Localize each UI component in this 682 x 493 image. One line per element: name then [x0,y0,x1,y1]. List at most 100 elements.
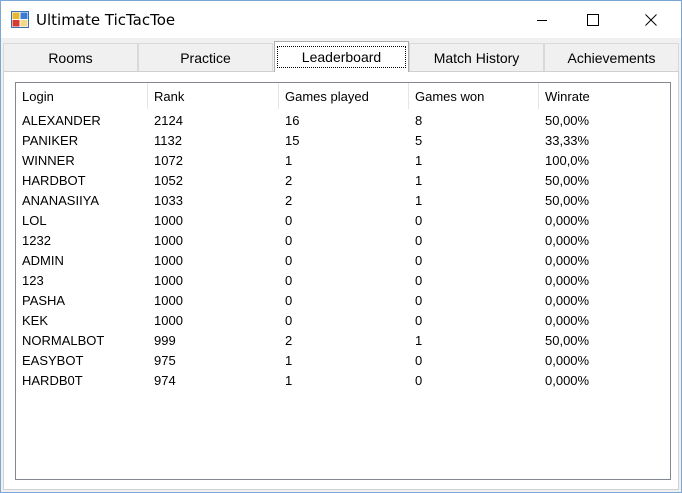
cell-games-won: 0 [415,372,423,388]
cell-games-played: 0 [285,252,293,268]
cell-winrate: 0,000% [545,272,590,288]
cell-winrate: 0,000% [545,232,590,248]
cell-winrate: 0,000% [545,352,590,368]
cell-games-won: 0 [415,252,423,268]
cell-games-played: 2 [285,192,293,208]
cell-rank: 1000 [154,312,183,328]
table-row[interactable]: KEK 1000 0 0 0,000% [16,310,670,330]
tab-practice[interactable]: Practice [138,43,273,71]
maximize-icon [587,13,599,26]
table-row[interactable]: ALEXANDER 2124 16 8 50,00% [16,110,670,130]
cell-winrate: 100,0% [545,152,590,168]
table-row[interactable]: LOL 1000 0 0 0,000% [16,210,670,230]
tab-label: Match History [433,49,520,66]
table-row[interactable]: ANANASIIYA 1033 2 1 50,00% [16,190,670,210]
cell-login: ANANASIIYA [22,192,100,208]
cell-games-played: 2 [285,332,293,348]
table-row[interactable]: PANIKER 1132 15 5 33,33% [16,130,670,150]
table-row[interactable]: WINNER 1072 1 1 100,0% [16,150,670,170]
cell-rank: 1000 [154,272,183,288]
cell-login: ADMIN [22,252,64,268]
close-button[interactable] [628,1,674,38]
cell-games-won: 1 [415,192,423,208]
cell-login: EASYBOT [22,352,84,368]
cell-games-played: 1 [285,152,293,168]
cell-games-won: 0 [415,292,423,308]
cell-rank: 1052 [154,172,183,188]
table-row[interactable]: PASHA 1000 0 0 0,000% [16,290,670,310]
tictactoe-app-icon [11,11,29,28]
cell-rank: 1000 [154,252,183,268]
table-row[interactable]: EASYBOT 975 1 0 0,000% [16,350,670,370]
cell-login: KEK [22,312,49,328]
table-row[interactable]: HARDBOT 1052 2 1 50,00% [16,170,670,190]
maximize-button[interactable] [570,1,616,38]
column-header-games-played[interactable]: Games played [279,83,409,109]
cell-winrate: 0,000% [545,212,590,228]
cell-rank: 1072 [154,152,183,168]
cell-login: 123 [22,272,44,288]
cell-login: NORMALBOT [22,332,105,348]
cell-games-played: 0 [285,292,293,308]
cell-games-won: 0 [415,272,423,288]
column-header-games-won[interactable]: Games won [409,83,539,109]
cell-winrate: 50,00% [545,172,590,188]
cell-games-won: 1 [415,172,423,188]
cell-rank: 999 [154,332,176,348]
cell-games-played: 0 [285,212,293,228]
table-row[interactable]: NORMALBOT 999 2 1 50,00% [16,330,670,350]
table-row[interactable]: HARDB0T 974 1 0 0,000% [16,370,670,390]
cell-login: LOL [22,212,47,228]
cell-games-won: 8 [415,112,423,128]
cell-games-played: 0 [285,312,293,328]
tab-leaderboard[interactable]: Leaderboard [274,41,409,72]
tab-match-history[interactable]: Match History [409,43,544,71]
column-header-login[interactable]: Login [16,83,148,109]
cell-winrate: 50,00% [545,332,590,348]
close-icon [645,13,657,26]
table-row[interactable]: 1232 1000 0 0 0,000% [16,230,670,250]
cell-rank: 974 [154,372,176,388]
cell-winrate: 33,33% [545,132,590,148]
cell-rank: 975 [154,352,176,368]
cell-games-played: 0 [285,272,293,288]
cell-winrate: 0,000% [545,312,590,328]
tab-achievements[interactable]: Achievements [544,43,679,71]
title-bar[interactable]: Ultimate TicTacToe [1,1,681,38]
cell-rank: 1000 [154,212,183,228]
cell-games-played: 1 [285,352,293,368]
cell-login: HARDBOT [22,172,86,188]
cell-games-won: 5 [415,132,423,148]
cell-rank: 1033 [154,192,183,208]
minimize-button[interactable] [519,1,565,38]
minimize-icon [537,19,547,21]
cell-winrate: 50,00% [545,112,590,128]
cell-games-won: 0 [415,352,423,368]
cell-games-played: 0 [285,232,293,248]
cell-games-won: 0 [415,312,423,328]
leaderboard-list[interactable]: Login Rank Games played Games won Winrat… [15,82,671,480]
cell-games-played: 1 [285,372,293,388]
tab-rooms[interactable]: Rooms [3,43,138,71]
cell-winrate: 0,000% [545,252,590,268]
table-row[interactable]: 123 1000 0 0 0,000% [16,270,670,290]
tab-label: Achievements [567,49,656,66]
cell-games-won: 1 [415,152,423,168]
column-header-rank[interactable]: Rank [148,83,279,109]
app-window: Ultimate TicTacToe Rooms Practice Leader… [0,0,682,493]
cell-login: PASHA [22,292,66,308]
cell-login: HARDB0T [22,372,83,388]
cell-rank: 2124 [154,112,183,128]
column-header-winrate[interactable]: Winrate [539,83,670,109]
cell-games-played: 16 [285,112,300,128]
cell-rank: 1000 [154,292,183,308]
cell-login: 1232 [22,232,51,248]
window-title: Ultimate TicTacToe [36,11,176,29]
cell-winrate: 50,00% [545,192,590,208]
cell-login: PANIKER [22,132,79,148]
table-row[interactable]: ADMIN 1000 0 0 0,000% [16,250,670,270]
cell-games-won: 0 [415,232,423,248]
cell-winrate: 0,000% [545,292,590,308]
leaderboard-tab-page: Login Rank Games played Games won Winrat… [3,71,679,490]
cell-rank: 1132 [154,132,182,148]
